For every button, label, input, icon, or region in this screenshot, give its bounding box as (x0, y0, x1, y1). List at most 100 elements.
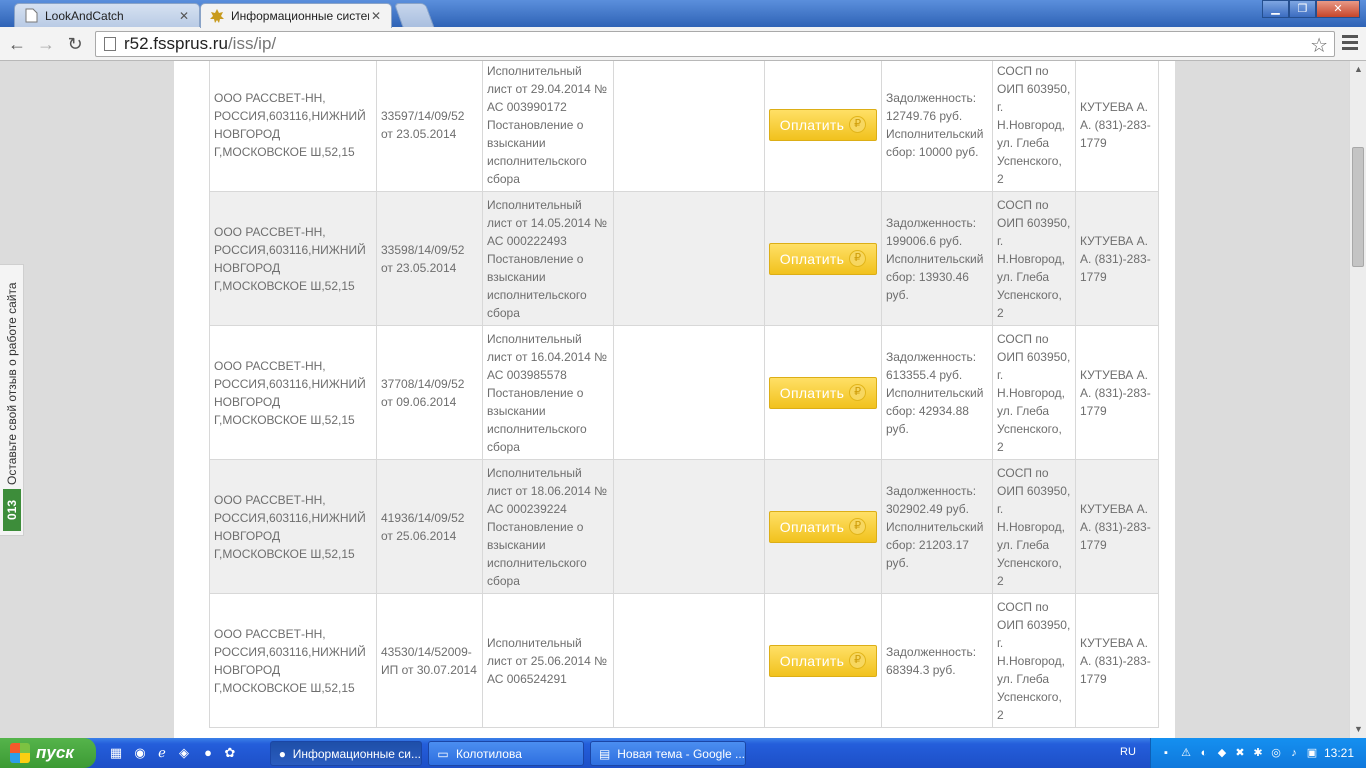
pay-button-label: Оплатить (779, 116, 845, 133)
debt-cell: Задолженность: 302902.49 руб. Исполнител… (881, 459, 993, 594)
page-icon (23, 8, 39, 24)
feedback-tab[interactable]: Оставьте свой отзыв о работе сайта 013 (0, 264, 24, 536)
debtor-cell: ООО РАССВЕТ-НН, РОССИЯ,603116,НИЖНИЙ НОВ… (209, 593, 377, 728)
show-desktop-icon[interactable]: ▦ (108, 745, 124, 761)
feedback-badge: 013 (3, 489, 21, 531)
url-path: /iss/ip/ (227, 34, 277, 53)
debtor-cell: ООО РАССВЕТ-НН, РОССИЯ,603116,НИЖНИЙ НОВ… (209, 61, 377, 192)
window-controls: ▁ ❐ ✕ (1262, 0, 1360, 18)
display-icon[interactable]: ▣ (1305, 746, 1319, 760)
vertical-scrollbar[interactable]: ▲ ▼ (1349, 61, 1366, 738)
scrollbar-thumb[interactable] (1352, 147, 1364, 267)
app-icon[interactable]: ◈ (176, 745, 192, 761)
volume-icon[interactable]: ♪ (1287, 746, 1301, 760)
tab-label: LookAndCatch (45, 8, 124, 23)
department-cell: СОСП по ОИП 603950, г. Н.Новгород, ул. Г… (992, 593, 1076, 728)
proceeding-cell: 41936/14/09/52 от 25.06.2014 (376, 459, 483, 594)
debtor-cell: ООО РАССВЕТ-НН, РОССИЯ,603116,НИЖНИЙ НОВ… (209, 325, 377, 460)
taskbar-item-chrome[interactable]: ● Информационные си... (270, 741, 422, 766)
taskbar-item-folder[interactable]: ▭ Колотилова (428, 741, 584, 766)
reload-icon[interactable]: ↻ (64, 33, 86, 55)
taskbar: пуск ▦ ◉ ℯ ◈ ● ✿ ● Информационные си... … (0, 738, 1366, 768)
chrome-icon[interactable]: ● (200, 745, 216, 761)
pay-button[interactable]: Оплатить ₽ (769, 376, 877, 409)
warning-icon[interactable]: ⚠ (1179, 746, 1193, 760)
address-bar[interactable]: r52.fssprus.ru/iss/ip/ ☆ (95, 31, 1335, 57)
scroll-down-icon[interactable]: ▼ (1350, 721, 1366, 738)
bluetooth-icon[interactable]: ✱ (1251, 746, 1265, 760)
window-close-icon[interactable]: ✕ (1316, 0, 1360, 18)
windows-logo-icon (10, 743, 30, 763)
table-row: ООО РАССВЕТ-НН, РОССИЯ,603116,НИЖНИЙ НОВ… (209, 325, 1159, 460)
security-icon[interactable]: ✖ (1233, 746, 1247, 760)
results-table: ООО РАССВЕТ-НН, РОССИЯ,603116,НИЖНИЙ НОВ… (209, 61, 1159, 728)
close-icon[interactable]: ✕ (369, 9, 383, 23)
pay-button[interactable]: Оплатить ₽ (769, 242, 877, 275)
table-row: ООО РАССВЕТ-НН, РОССИЯ,603116,НИЖНИЙ НОВ… (209, 191, 1159, 326)
start-label: пуск (36, 743, 74, 762)
end-reason-cell (613, 593, 765, 728)
scroll-up-icon[interactable]: ▲ (1350, 61, 1366, 78)
proceeding-cell: 43530/14/52009-ИП от 30.07.2014 (376, 593, 483, 728)
debt-cell: Задолженность: 613355.4 руб. Исполнитель… (881, 325, 993, 460)
department-cell: СОСП по ОИП 603950, г. Н.Новгород, ул. Г… (992, 61, 1076, 192)
page-content: ООО РАССВЕТ-НН, РОССИЯ,603116,НИЖНИЙ НОВ… (174, 61, 1175, 738)
feedback-text: Оставьте свой отзыв о работе сайта (5, 282, 19, 485)
fssp-emblem-icon (209, 8, 225, 24)
pay-cell: Оплатить ₽ (764, 459, 882, 594)
folder-icon: ▭ (437, 746, 449, 761)
pay-button[interactable]: Оплатить ₽ (769, 510, 877, 543)
officer-cell: КУТУЕВА А. А. (831)-283-1779 (1075, 191, 1159, 326)
back-arrow-icon[interactable]: ← (6, 33, 28, 55)
page-viewport: ООО РАССВЕТ-НН, РОССИЯ,603116,НИЖНИЙ НОВ… (0, 61, 1349, 738)
update-icon[interactable]: ◎ (1269, 746, 1283, 760)
debtor-cell: ООО РАССВЕТ-НН, РОССИЯ,603116,НИЖНИЙ НОВ… (209, 191, 377, 326)
ruble-icon: ₽ (849, 652, 867, 669)
officer-cell: КУТУЕВА А. А. (831)-283-1779 (1075, 459, 1159, 594)
pay-cell: Оплатить ₽ (764, 593, 882, 728)
document-cell: Исполнительный лист от 25.06.2014 № АС 0… (482, 593, 614, 728)
ruble-icon: ₽ (849, 116, 867, 133)
language-indicator[interactable]: RU (1120, 746, 1136, 758)
proceeding-cell: 37708/14/09/52 от 09.06.2014 (376, 325, 483, 460)
end-reason-cell (613, 459, 765, 594)
debtor-cell: ООО РАССВЕТ-НН, РОССИЯ,603116,НИЖНИЙ НОВ… (209, 459, 377, 594)
pay-button-label: Оплатить (779, 384, 845, 401)
end-reason-cell (613, 325, 765, 460)
bookmark-star-icon[interactable]: ☆ (1310, 33, 1328, 58)
start-button[interactable]: пуск (0, 738, 96, 768)
document-cell: Исполнительный лист от 29.04.2014 № АС 0… (482, 61, 614, 192)
pay-button[interactable]: Оплатить ₽ (769, 108, 877, 141)
keyboard-icon[interactable]: ▪ (1159, 746, 1173, 760)
taskbar-item-label: Новая тема - Google ... (617, 746, 745, 761)
tab-lookandcatch[interactable]: LookAndCatch ✕ (14, 3, 200, 27)
debt-cell: Задолженность: 68394.3 руб. (881, 593, 993, 728)
proceeding-cell: 33597/14/09/52 от 23.05.2014 (376, 61, 483, 192)
officer-cell: КУТУЕВА А. А. (831)-283-1779 (1075, 61, 1159, 192)
url-host: r52.fssprus.ru (124, 34, 228, 53)
forward-arrow-icon[interactable]: → (35, 33, 57, 55)
torrent-icon[interactable]: ◉ (132, 745, 148, 761)
close-icon[interactable]: ✕ (177, 9, 191, 23)
restore-icon[interactable]: ❐ (1289, 0, 1316, 18)
department-cell: СОСП по ОИП 603950, г. Н.Новгород, ул. Г… (992, 191, 1076, 326)
antivirus-icon[interactable]: ◆ (1215, 746, 1229, 760)
tab-informatsionnye-sistemy[interactable]: Информационные системы ✕ (200, 3, 392, 28)
page-icon (104, 37, 116, 51)
pay-button[interactable]: Оплатить ₽ (769, 644, 877, 677)
debt-cell: Задолженность: 12749.76 руб. Исполнитель… (881, 61, 993, 192)
taskbar-item-document[interactable]: ▤ Новая тема - Google ... (590, 741, 746, 766)
pay-cell: Оплатить ₽ (764, 325, 882, 460)
new-tab-button[interactable] (393, 3, 435, 27)
proceeding-cell: 33598/14/09/52 от 23.05.2014 (376, 191, 483, 326)
table-row: ООО РАССВЕТ-НН, РОССИЯ,603116,НИЖНИЙ НОВ… (209, 61, 1159, 192)
end-reason-cell (613, 61, 765, 192)
icq-icon[interactable]: ✿ (222, 745, 238, 761)
table-row: ООО РАССВЕТ-НН, РОССИЯ,603116,НИЖНИЙ НОВ… (209, 593, 1159, 728)
minimize-icon[interactable]: ▁ (1262, 0, 1289, 18)
pay-button-label: Оплатить (779, 250, 845, 267)
network-icon[interactable]: ◐ (1197, 746, 1211, 760)
menu-icon[interactable] (1342, 35, 1358, 51)
ie-icon[interactable]: ℯ (154, 745, 170, 761)
debt-cell: Задолженность: 199006.6 руб. Исполнитель… (881, 191, 993, 326)
